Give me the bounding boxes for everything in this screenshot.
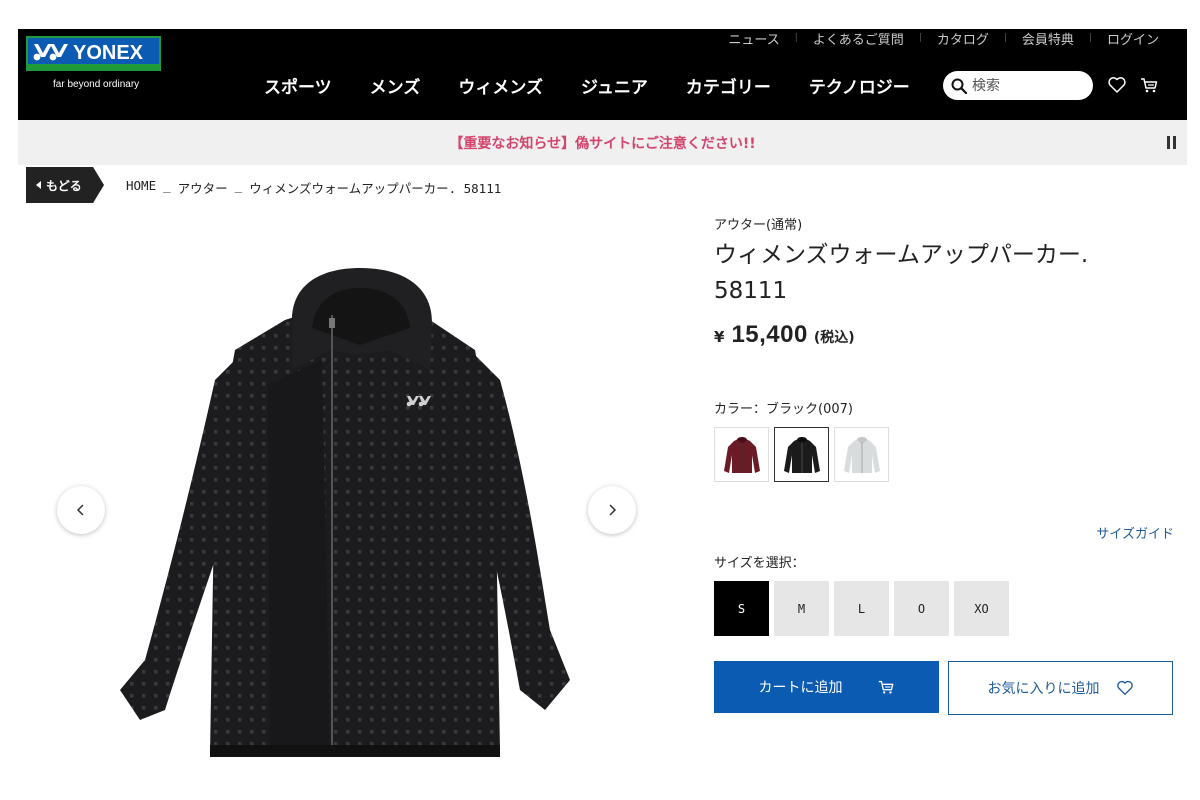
breadcrumb: HOME _ アウター _ ウィメンズウォームアップパーカー. 58111: [126, 178, 501, 197]
chevron-right-icon: [609, 504, 617, 516]
add-to-cart-label: カートに追加: [758, 680, 843, 696]
size-option-xo[interactable]: XO: [954, 581, 1009, 636]
product-gallery: [30, 210, 670, 800]
price-amount: 15,400: [731, 321, 808, 348]
product-image: [120, 268, 570, 757]
jacket-thumbnail: [843, 436, 880, 473]
nav-category[interactable]: カテゴリー: [686, 73, 771, 98]
add-to-favorites-label: お気に入りに追加: [987, 681, 1100, 697]
util-link-faq[interactable]: よくあるご質問: [813, 29, 904, 48]
size-options: S M L O XO: [714, 581, 1009, 636]
product-category: アウター(通常): [714, 218, 803, 233]
product-info: アウター(通常) ウィメンズウォームアップパーカー. 58111 ¥ 15,40…: [714, 214, 1174, 715]
pause-icon[interactable]: [1167, 136, 1177, 149]
color-swatches: [714, 427, 889, 482]
yonex-logo[interactable]: YONEX: [26, 36, 161, 71]
heart-icon[interactable]: [1107, 75, 1127, 95]
back-button[interactable]: もどる: [26, 167, 104, 203]
size-guide-link[interactable]: サイズガイド: [1096, 523, 1174, 542]
add-to-cart-button[interactable]: カートに追加: [714, 661, 939, 713]
util-link-login[interactable]: ログイン: [1107, 29, 1159, 48]
breadcrumb-outer[interactable]: アウター: [178, 178, 228, 197]
breadcrumb-separator: _: [234, 178, 243, 193]
util-link-news[interactable]: ニュース: [728, 29, 779, 48]
util-separator: |: [918, 33, 922, 43]
product-title: ウィメンズウォームアップパーカー. 58111: [714, 237, 1174, 309]
next-image-button[interactable]: [588, 486, 636, 534]
nav-junior[interactable]: ジュニア: [581, 73, 648, 98]
breadcrumb-home[interactable]: HOME: [126, 178, 156, 197]
price-tax-note: (税込): [813, 330, 855, 346]
cart-icon: [878, 680, 893, 694]
site-header: YONEX far beyond ordinary ニュース | よくあるご質問…: [18, 29, 1187, 120]
cart-icon[interactable]: [1139, 75, 1159, 95]
caret-left-icon: [36, 181, 41, 189]
notice-link[interactable]: 【重要なお知らせ】偽サイトにご注意ください!!: [449, 133, 755, 153]
size-option-m[interactable]: M: [774, 581, 829, 636]
back-button-label: もどる: [46, 178, 82, 193]
breadcrumb-separator: _: [163, 178, 171, 193]
nav-womens[interactable]: ウィメンズ: [458, 73, 543, 98]
util-link-member-benefits[interactable]: 会員特典: [1022, 29, 1074, 48]
size-option-l[interactable]: L: [834, 581, 889, 636]
util-separator: |: [794, 33, 798, 43]
price-currency: ¥: [714, 328, 725, 346]
utility-nav: ニュース | よくあるご質問 | カタログ | 会員特典 | ログイン: [728, 29, 1159, 48]
util-separator: |: [1003, 33, 1007, 43]
product-title-line1: ウィメンズウォームアップパーカー.: [714, 242, 1089, 268]
color-swatch-black[interactable]: [774, 427, 829, 482]
logo-tagline: far beyond ordinary: [53, 79, 140, 90]
size-label: サイズを選択：: [714, 556, 805, 571]
logo-text: YONEX: [73, 42, 144, 64]
notice-bar: 【重要なお知らせ】偽サイトにご注意ください!!: [18, 120, 1187, 165]
nav-technology[interactable]: テクノロジー: [809, 73, 910, 98]
add-to-favorites-button[interactable]: お気に入りに追加: [948, 661, 1173, 715]
color-label: カラー：ブラック(007): [714, 402, 853, 417]
color-swatch-light-gray[interactable]: [834, 427, 889, 482]
product-price: ¥ 15,400 (税込): [714, 321, 1174, 349]
util-separator: |: [1088, 33, 1092, 43]
color-swatch-wine[interactable]: [714, 427, 769, 482]
main-nav: スポーツ メンズ ウィメンズ ジュニア カテゴリー テクノロジー: [264, 73, 948, 98]
size-option-s[interactable]: S: [714, 581, 769, 636]
product-title-line2: 58111: [714, 278, 788, 304]
heart-icon: [1116, 680, 1133, 695]
jacket-thumbnail: [723, 436, 760, 473]
chevron-left-icon: [76, 504, 84, 516]
util-link-catalog[interactable]: カタログ: [937, 29, 989, 48]
search-box[interactable]: [943, 71, 1093, 100]
nav-sports[interactable]: スポーツ: [264, 73, 332, 98]
size-option-o[interactable]: O: [894, 581, 949, 636]
breadcrumb-current: ウィメンズウォームアップパーカー. 58111: [249, 181, 502, 196]
search-input[interactable]: [972, 77, 1082, 94]
search-icon: [951, 78, 967, 94]
jacket-thumbnail: [783, 436, 820, 473]
nav-mens[interactable]: メンズ: [370, 73, 421, 98]
prev-image-button[interactable]: [57, 486, 105, 534]
